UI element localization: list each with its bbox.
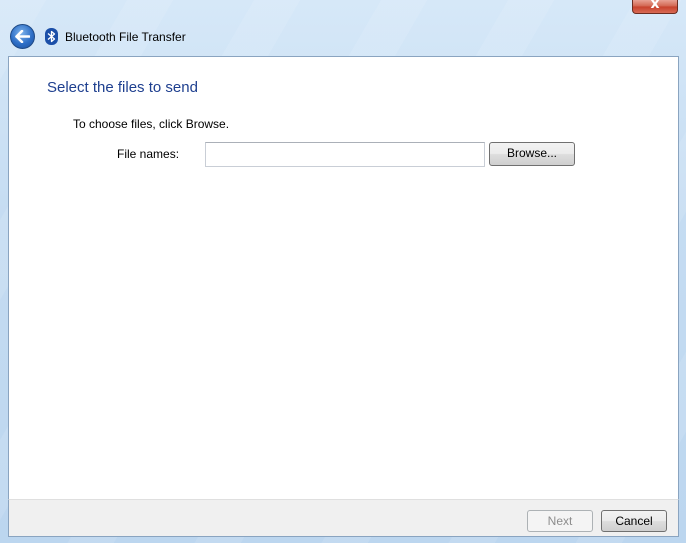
browse-button[interactable]: Browse... xyxy=(489,142,575,166)
close-button[interactable] xyxy=(632,0,678,14)
bluetooth-icon xyxy=(45,28,58,45)
back-button[interactable] xyxy=(10,24,35,49)
cancel-button[interactable]: Cancel xyxy=(601,510,667,532)
wizard-content: Select the files to send To choose files… xyxy=(8,56,679,499)
wizard-footer: Next Cancel xyxy=(8,499,679,537)
file-names-input[interactable] xyxy=(205,142,485,167)
instruction-text: To choose files, click Browse. xyxy=(73,117,230,131)
file-names-label: File names: xyxy=(117,147,180,161)
page-title: Select the files to send xyxy=(47,79,198,96)
next-button[interactable]: Next xyxy=(527,510,593,532)
window-title: Bluetooth File Transfer xyxy=(65,30,186,44)
back-arrow-icon xyxy=(15,30,30,43)
